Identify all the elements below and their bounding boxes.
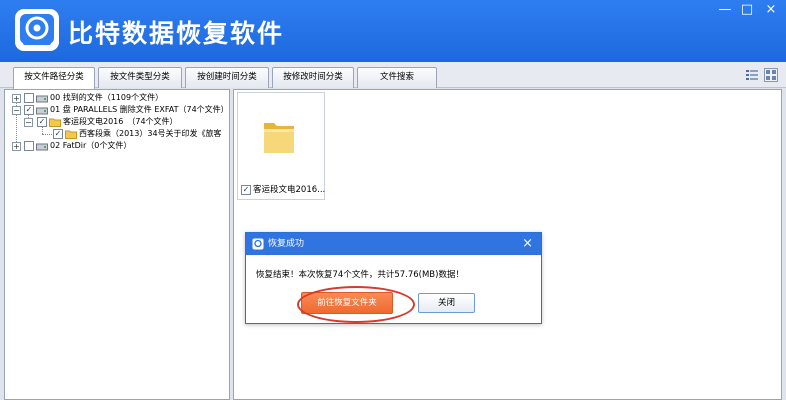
dialog-header: 恢复成功 × [246, 233, 541, 255]
app-logo-icon [15, 9, 59, 51]
minimize-button[interactable]: — [714, 2, 736, 18]
tree-item-label[interactable]: 客运段文电2016 （74个文件） [63, 116, 178, 128]
restore-button[interactable]: □ [736, 2, 758, 18]
drive-icon [36, 143, 48, 151]
tab-by-modified[interactable]: 按修改时间分类 [272, 67, 354, 88]
tree-expand-icon[interactable]: + [12, 94, 21, 103]
dialog-message: 恢复结束！本次恢复74个文件，共计57.76(MB)数据！ [256, 270, 464, 280]
tab-file-search[interactable]: 文件搜索 [357, 67, 437, 88]
drive-icon [36, 95, 48, 103]
tree-item-label[interactable]: 02 FatDir（0个文件） [50, 140, 131, 152]
thumbnail-checkbox[interactable]: ✓ [241, 184, 251, 195]
tree-checkbox-checked[interactable]: ✓ [37, 117, 47, 127]
app-title: 比特数据恢复软件 [68, 19, 285, 48]
tab-bar: 按文件路径分类 按文件类型分类 按创建时间分类 按修改时间分类 文件搜索 [0, 62, 786, 89]
tab-by-type[interactable]: 按文件类型分类 [98, 67, 182, 88]
title-bar: 比特数据恢复软件 — □ × [0, 0, 786, 62]
directory-tree-pane[interactable]: + 00 找到的文件（1109个文件） − ✓ 01 盘 PARALLELS 删… [4, 89, 230, 400]
tree-checkbox-checked[interactable]: ✓ [24, 105, 34, 115]
thumbnail-caption: 客运段文电2016... [253, 185, 326, 195]
folder-icon [49, 118, 61, 127]
close-dialog-button[interactable]: 关闭 [418, 293, 475, 313]
dialog-close-icon[interactable]: × [522, 236, 533, 251]
tree-item-label[interactable]: 01 盘 PARALLELS 删除文件 EXFAT（74个文件） [50, 104, 229, 116]
folder-icon [65, 130, 77, 139]
tab-by-created[interactable]: 按创建时间分类 [185, 67, 269, 88]
tab-by-path[interactable]: 按文件路径分类 [13, 67, 95, 89]
tree-checkbox[interactable] [24, 93, 34, 103]
folder-thumbnail[interactable]: ✓ 客运段文电2016... [237, 92, 325, 200]
thumbnail-view-icon[interactable] [764, 68, 778, 82]
highlight-annotation [297, 286, 415, 323]
tree-item-label[interactable]: 00 找到的文件（1109个文件） [50, 92, 163, 104]
app-small-icon [252, 238, 264, 250]
folder-icon [264, 123, 294, 153]
close-window-button[interactable]: × [760, 2, 782, 18]
dialog-title: 恢复成功 [268, 239, 305, 249]
list-view-icon[interactable] [745, 68, 759, 82]
tree-collapse-icon[interactable]: − [24, 118, 33, 127]
tree-checkbox-checked[interactable]: ✓ [53, 129, 63, 139]
tree-checkbox[interactable] [24, 141, 34, 151]
tree-item-label[interactable]: 西客段乘（2013）34号关于印发《旅客 [79, 128, 222, 140]
tree-expand-icon[interactable]: + [12, 142, 21, 151]
tree-collapse-icon[interactable]: − [12, 106, 21, 115]
drive-icon [36, 107, 48, 115]
